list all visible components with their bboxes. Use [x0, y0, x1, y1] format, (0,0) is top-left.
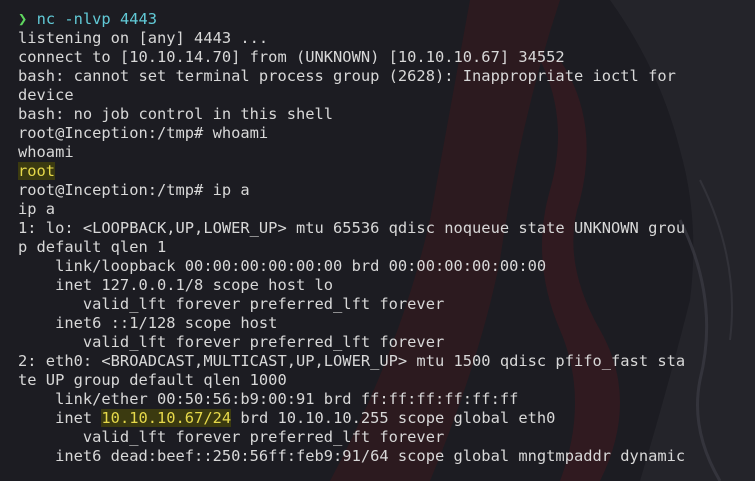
output-line: inet6 ::1/128 scope host [18, 314, 278, 332]
terminal-output: ❯ nc -nlvp 4443 listening on [any] 4443 … [0, 0, 755, 466]
output-line: valid_lft forever preferred_lft forever [18, 295, 445, 313]
whoami-result-highlight: root [18, 162, 56, 180]
output-line: 1: lo: <LOOPBACK,UP,LOWER_UP> mtu 65536 … [18, 219, 686, 237]
output-line: p default qlen 1 [18, 238, 167, 256]
prompt-arrow-icon: ❯ [18, 10, 28, 28]
output-line: link/loopback 00:00:00:00:00:00 brd 00:0… [18, 257, 547, 275]
inet-prefix: inet [18, 409, 102, 427]
output-line: root [18, 162, 755, 181]
command-text: nc -nlvp 4443 [36, 10, 158, 28]
output-line: inet6 dead:beef::250:56ff:feb9:91/64 sco… [18, 447, 686, 465]
output-line: te UP group default qlen 1000 [18, 371, 287, 389]
output-line: 2: eth0: <BROADCAST,MULTICAST,UP,LOWER_U… [18, 352, 686, 370]
output-line: root@Inception:/tmp# whoami [18, 124, 269, 142]
output-line: listening on [any] 4443 ... [18, 29, 269, 47]
output-line: whoami [18, 143, 74, 161]
output-line: valid_lft forever preferred_lft forever [18, 333, 445, 351]
output-line: ip a [18, 200, 56, 218]
output-line: inet 10.10.10.67/24 brd 10.10.10.255 sco… [18, 409, 755, 428]
output-line: device [18, 86, 74, 104]
inet-suffix: brd 10.10.10.255 scope global eth0 [231, 409, 556, 427]
output-line: root@Inception:/tmp# ip a [18, 181, 250, 199]
output-line: link/ether 00:50:56:b9:00:91 brd ff:ff:f… [18, 390, 519, 408]
ip-address-highlight: 10.10.10.67/24 [101, 409, 232, 427]
output-line: valid_lft forever preferred_lft forever [18, 428, 445, 446]
terminal-window[interactable]: ❯ nc -nlvp 4443 listening on [any] 4443 … [0, 0, 755, 481]
output-line: bash: cannot set terminal process group … [18, 67, 676, 85]
command-line: ❯ nc -nlvp 4443 [18, 10, 755, 29]
output-line: bash: no job control in this shell [18, 105, 334, 123]
output-line: inet 127.0.0.1/8 scope host lo [18, 276, 334, 294]
output-line: connect to [10.10.14.70] from (UNKNOWN) … [18, 48, 565, 66]
